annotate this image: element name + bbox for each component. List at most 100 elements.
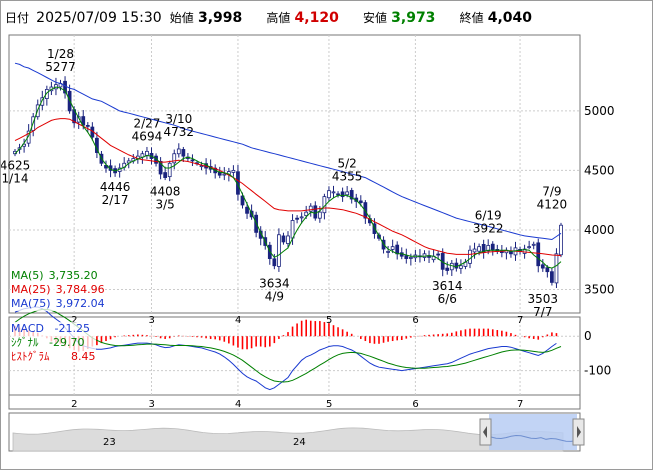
candle-body bbox=[145, 150, 149, 156]
candle-body bbox=[554, 253, 559, 284]
annotation-label: 3/5 bbox=[155, 197, 174, 211]
candle-body bbox=[550, 271, 554, 283]
annotation-label: 7/7 bbox=[533, 305, 552, 319]
candle-body bbox=[436, 253, 441, 256]
candle-body bbox=[386, 251, 390, 253]
price-tick-label: 4000 bbox=[584, 223, 615, 237]
extreme-annotation: 3/104732 bbox=[164, 112, 195, 139]
signal-legend-value: -29.70 bbox=[49, 336, 85, 349]
signal-legend-row: ｼｸﾞﾅﾙ -29.70 bbox=[11, 336, 96, 350]
candle-body bbox=[277, 234, 281, 267]
candle-body bbox=[559, 224, 563, 256]
candle-body bbox=[531, 243, 536, 246]
month-tick-label: 4 bbox=[235, 315, 241, 326]
annotation-label: 4732 bbox=[164, 125, 195, 139]
candle-body bbox=[449, 262, 454, 271]
stock-chart[interactable]: 46251/141/28527744462/172/27469444083/53… bbox=[1, 1, 652, 469]
price-tick-label: 5000 bbox=[584, 104, 615, 118]
extreme-annotation: 35037/7 bbox=[528, 292, 559, 319]
annotation-label: 3634 bbox=[259, 277, 290, 291]
navigator-right-handle[interactable] bbox=[572, 418, 585, 446]
ma-legend: MA(5) 3,735.20 MA(25) 3,784.96 MA(75) 3,972… bbox=[11, 269, 105, 311]
histogram-legend-value: 8.45 bbox=[71, 350, 96, 363]
ma5-legend: MA(5) 3,735.20 bbox=[11, 269, 105, 283]
candle-body bbox=[336, 193, 340, 196]
extreme-annotation: 44462/17 bbox=[100, 180, 131, 207]
candle-body bbox=[468, 249, 472, 264]
macd-tick-label: -100 bbox=[584, 364, 611, 378]
extreme-annotation: 6/193922 bbox=[473, 208, 504, 235]
candle-body bbox=[167, 162, 172, 178]
annotation-label: 5/2 bbox=[337, 157, 356, 171]
ma25-legend: MA(25) 3,784.96 bbox=[11, 283, 105, 297]
annotation-label: 2/17 bbox=[102, 193, 129, 207]
candle-body bbox=[272, 258, 277, 267]
signal-legend-name: ｼｸﾞﾅﾙ bbox=[11, 336, 39, 349]
macd-legend: MACD -21.25 ｼｸﾞﾅﾙ -29.70 ﾋｽﾄｸﾞﾗﾑ 8.45 bbox=[11, 322, 96, 364]
annotation-label: 4355 bbox=[332, 170, 363, 184]
macd-legend-name: MACD bbox=[11, 322, 44, 335]
extreme-annotation: 46251/14 bbox=[1, 159, 30, 186]
navigator-selection bbox=[489, 414, 577, 450]
price-tick-label: 4500 bbox=[584, 163, 615, 177]
navigator-left-handle[interactable] bbox=[479, 418, 492, 446]
candle-body bbox=[477, 246, 481, 252]
month-tick-label: 7 bbox=[517, 315, 523, 326]
candle-body bbox=[190, 159, 195, 162]
candle-body bbox=[308, 205, 313, 212]
candle-body bbox=[490, 243, 495, 251]
ma25-legend-value: 3,784.96 bbox=[55, 283, 105, 296]
macd-tick-label: 0 bbox=[584, 329, 592, 343]
candle-body bbox=[317, 211, 322, 219]
month-tick-label: 5 bbox=[326, 315, 332, 326]
extreme-annotation: 1/285277 bbox=[45, 47, 76, 74]
candle-body bbox=[231, 170, 236, 173]
histogram-legend-row: ﾋｽﾄｸﾞﾗﾑ 8.45 bbox=[11, 350, 96, 364]
ma25-legend-name: MA(25) bbox=[11, 283, 51, 296]
candle-body bbox=[408, 256, 413, 259]
annotation-label: 6/6 bbox=[438, 292, 457, 306]
ma75-legend: MA(75) 3,972.04 bbox=[11, 297, 105, 311]
annotation-label: 2/27 bbox=[133, 116, 160, 130]
month-tick-label: 2 bbox=[71, 399, 77, 410]
annotation-label: 4625 bbox=[1, 159, 30, 173]
candle-body bbox=[313, 205, 318, 219]
annotation-label: 1/14 bbox=[2, 172, 29, 186]
annotation-label: 6/19 bbox=[475, 208, 502, 222]
navigator-year-label: 24 bbox=[293, 437, 306, 448]
candle-body bbox=[340, 191, 345, 198]
macd-legend-row: MACD -21.25 bbox=[11, 322, 96, 336]
candle-body bbox=[286, 235, 290, 244]
month-tick-label: 3 bbox=[149, 315, 155, 326]
annotation-label: 3614 bbox=[432, 279, 463, 293]
navigator-year-label: 23 bbox=[103, 437, 116, 448]
annotation-label: 4694 bbox=[132, 129, 163, 143]
month-tick-label: 3 bbox=[149, 399, 155, 410]
ma5-legend-name: MA(5) bbox=[11, 269, 44, 282]
annotation-label: 1/28 bbox=[47, 47, 74, 61]
candle-body bbox=[358, 200, 363, 203]
candle-body bbox=[390, 246, 395, 250]
annotation-label: 4446 bbox=[100, 180, 131, 194]
extreme-annotation: 2/274694 bbox=[132, 116, 163, 143]
ma75-legend-name: MA(75) bbox=[11, 297, 51, 310]
candle-body bbox=[245, 206, 249, 214]
candle-body bbox=[181, 149, 186, 157]
annotation-label: 5277 bbox=[45, 60, 76, 74]
month-tick-label: 6 bbox=[412, 315, 418, 326]
date-axis-panel bbox=[8, 394, 581, 410]
candle-body bbox=[395, 244, 400, 255]
annotation-label: 3922 bbox=[473, 221, 504, 235]
month-tick-label: 4 bbox=[235, 399, 241, 410]
candle-body bbox=[176, 148, 181, 155]
month-tick-label: 5 bbox=[326, 399, 332, 410]
month-tick-label: 7 bbox=[517, 399, 523, 410]
annotation-label: 7/9 bbox=[542, 185, 561, 199]
candle-body bbox=[527, 246, 532, 249]
annotation-label: 4120 bbox=[537, 198, 568, 212]
candle-body bbox=[331, 191, 336, 194]
annotation-label: 3503 bbox=[528, 292, 559, 306]
candle-body bbox=[299, 216, 304, 219]
ma5-legend-value: 3,735.20 bbox=[48, 269, 98, 282]
candle-body bbox=[163, 172, 168, 178]
